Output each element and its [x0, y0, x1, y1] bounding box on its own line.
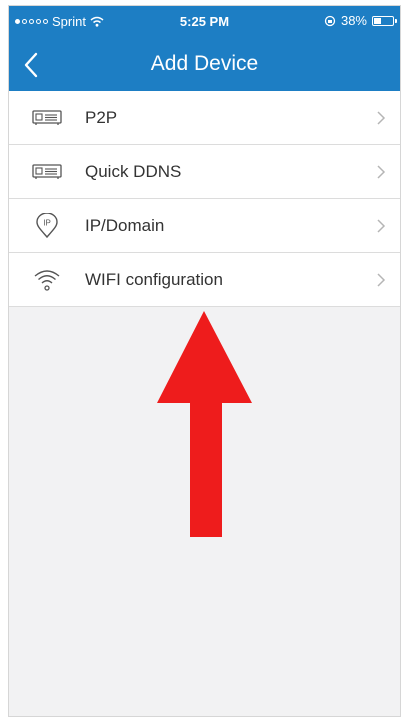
- menu-item-quick-ddns[interactable]: Quick DDNS: [9, 145, 400, 199]
- menu-item-p2p[interactable]: P2P: [9, 91, 400, 145]
- add-device-menu: P2P Quick DDNS IP IP/Domain WIFI configu…: [9, 91, 400, 307]
- wifi-icon: [31, 267, 63, 293]
- status-bar: Sprint 5:25 PM 38%: [9, 6, 400, 36]
- device-box-icon: [31, 159, 63, 185]
- menu-item-ip-domain[interactable]: IP IP/Domain: [9, 199, 400, 253]
- menu-item-label: IP/Domain: [85, 216, 165, 235]
- top-bar: Sprint 5:25 PM 38% Add Device: [9, 6, 400, 91]
- battery-icon: [372, 15, 397, 26]
- menu-item-wifi-configuration[interactable]: WIFI configuration: [9, 253, 400, 307]
- nav-bar: Add Device: [9, 42, 400, 88]
- battery-percent: 38%: [340, 13, 367, 28]
- rotation-lock-icon: [324, 15, 336, 26]
- menu-item-label: Quick DDNS: [85, 162, 182, 181]
- chevron-right-icon: [377, 111, 386, 125]
- chevron-right-icon: [377, 219, 386, 233]
- ip-pin-icon: IP: [31, 213, 63, 239]
- page-title: Add Device: [150, 52, 259, 75]
- ip-icon-text: IP: [43, 219, 51, 228]
- phone-screen: Sprint 5:25 PM 38% Add Device P2P Quick …: [8, 5, 401, 717]
- chevron-right-icon: [377, 165, 386, 179]
- device-box-icon: [31, 105, 63, 131]
- menu-item-label: P2P: [85, 108, 118, 127]
- menu-item-label: WIFI configuration: [85, 270, 223, 289]
- status-right: 38%: [324, 13, 397, 28]
- chevron-right-icon: [377, 273, 386, 287]
